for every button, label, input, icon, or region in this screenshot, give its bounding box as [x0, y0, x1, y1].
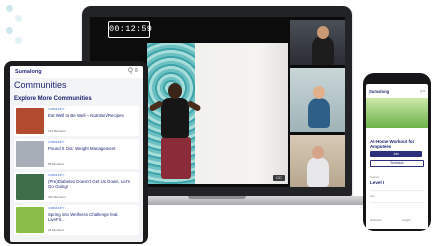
app-header: Sumalong Q ≡	[366, 84, 428, 98]
workout-detail-screen: Sumalong Q ≡ At-Home Workout for Amputee…	[366, 84, 428, 229]
workout-title: At-Home Workout for Amputees	[370, 139, 415, 149]
communities-screen: Sumalong Q ≡ Communities Explore More Co…	[10, 66, 143, 242]
instructor-column-label: Instructor	[370, 218, 382, 222]
community-thumbnail	[16, 207, 44, 233]
length-column-label: Length	[402, 218, 411, 222]
community-thumbnail	[16, 174, 44, 200]
brand-logo[interactable]: Sumalong	[15, 69, 42, 75]
instructor-figure	[148, 83, 202, 179]
card-kicker: COMMUNITY	[48, 174, 65, 177]
participant-tile[interactable]	[290, 68, 345, 132]
participant-tile[interactable]	[290, 20, 345, 65]
section-title: Explore More Communities	[14, 96, 92, 102]
member-count: 28 Members	[48, 228, 65, 232]
session-timer: 00:12:59	[108, 21, 152, 38]
laptop-notch	[188, 196, 246, 199]
divider	[370, 202, 424, 203]
member-count: 86 Members	[48, 162, 65, 166]
info-label: Info	[370, 194, 375, 198]
community-card[interactable]: COMMUNITY Eat Well to Be Well – Nutritio…	[14, 106, 139, 136]
divider	[370, 190, 424, 191]
instructor-video[interactable]	[147, 43, 288, 184]
community-name: (Pre)Diabetes Doesn't Get Us Down, Let's…	[48, 179, 130, 189]
schedule-button[interactable]: Schedule	[370, 160, 424, 167]
search-menu-icons[interactable]: Q ≡	[128, 68, 138, 74]
member-count: 226 Members	[48, 195, 66, 199]
card-kicker: COMMUNITY	[48, 207, 65, 210]
brand-logo[interactable]: Sumalong	[369, 89, 389, 94]
community-name: Pound It Out: Weight Management	[48, 146, 116, 151]
captions-button[interactable]: CC	[273, 175, 285, 181]
community-name: Eat Well to Be Well – Nutrition/Recipes	[48, 113, 124, 118]
card-kicker: COMMUNITY	[48, 108, 65, 111]
level-label: Course	[370, 175, 380, 179]
community-card[interactable]: COMMUNITY (Pre)Diabetes Doesn't Get Us D…	[14, 172, 139, 202]
community-card[interactable]: COMMUNITY Pound It Out: Weight Managemen…	[14, 139, 139, 169]
participant-tile[interactable]	[290, 135, 345, 187]
community-thumbnail	[16, 108, 44, 134]
app-header: Sumalong Q ≡	[10, 66, 143, 78]
community-thumbnail	[16, 141, 44, 167]
level-value: Level I	[370, 180, 385, 185]
community-card[interactable]: COMMUNITY Spring into Wellness Challenge…	[14, 205, 139, 235]
member-count: 134 Members	[48, 129, 66, 133]
workout-hero-image	[366, 98, 428, 128]
community-name: Spring into Wellness Challenge feat. Liv…	[48, 212, 119, 222]
page-title: Communities	[14, 80, 67, 90]
search-menu-icons[interactable]: Q ≡	[420, 89, 425, 93]
card-kicker: COMMUNITY	[48, 141, 65, 144]
join-button[interactable]: Join	[370, 151, 422, 157]
decorative-dots	[6, 5, 28, 49]
